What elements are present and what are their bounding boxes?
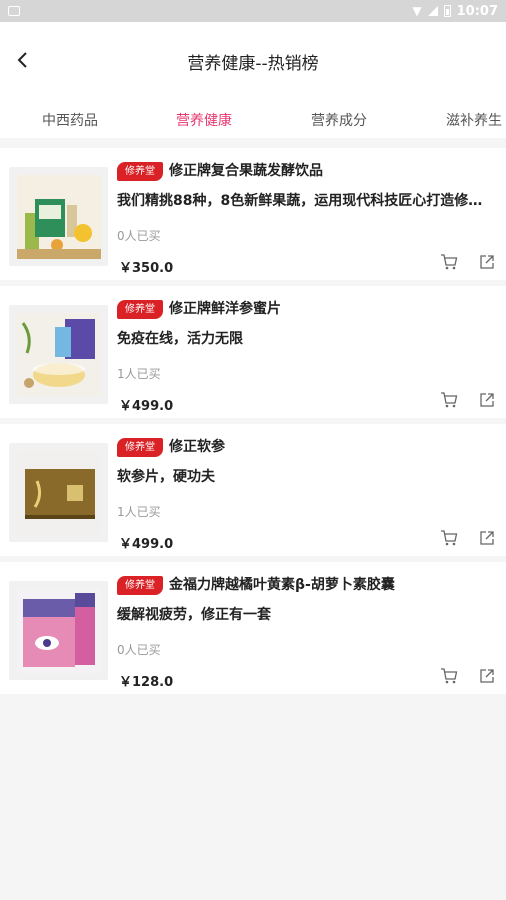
store-badge: 修养堂	[117, 576, 163, 595]
header: 营养健康--热销榜	[0, 22, 506, 100]
store-badge: 修养堂	[117, 300, 163, 319]
cart-icon[interactable]	[440, 391, 458, 409]
product-description: 免疫在线，活力无限	[117, 331, 243, 347]
product-name: 金福力牌越橘叶黄素β-胡萝卜素胶囊	[169, 577, 395, 593]
cart-icon[interactable]	[440, 253, 458, 271]
back-button[interactable]	[10, 48, 34, 72]
sold-count: 0人已买	[117, 229, 161, 243]
product-name: 修正牌复合果蔬发酵饮品	[169, 163, 323, 179]
sold-count: 1人已买	[117, 367, 161, 381]
share-icon[interactable]	[478, 253, 496, 271]
signal-icon	[427, 6, 438, 16]
store-badge: 修养堂	[117, 162, 163, 181]
product-description: 缓解视疲劳，修正有一套	[117, 607, 271, 623]
product-name: 修正软参	[169, 439, 225, 455]
product-description: 软参片，硬功夫	[117, 469, 215, 485]
product-price: ￥499.0	[119, 537, 174, 552]
list-item[interactable]: 修养堂 修正牌鲜洋参蜜片 免疫在线，活力无限 1人已买 ￥499.0	[0, 286, 506, 418]
chevron-left-icon	[17, 52, 27, 68]
share-icon[interactable]	[478, 391, 496, 409]
wifi-icon: ▼	[412, 4, 422, 18]
product-price: ￥350.0	[119, 261, 174, 276]
product-price: ￥499.0	[119, 399, 174, 414]
product-list: 修养堂 修正牌复合果蔬发酵饮品 我们精挑88种，8色新鲜果蔬，运用现代科技匠心打…	[0, 138, 506, 694]
page-title: 营养健康--热销榜	[187, 53, 319, 74]
product-name: 修正牌鲜洋参蜜片	[169, 301, 281, 317]
product-description: 我们精挑88种，8色新鲜果蔬，运用现代科技匠心打造修…	[117, 193, 483, 209]
share-icon[interactable]	[478, 667, 496, 685]
status-bar: ▼ 10:07	[0, 0, 506, 22]
cart-icon[interactable]	[440, 529, 458, 547]
notification-icon	[8, 6, 20, 16]
store-badge: 修养堂	[117, 438, 163, 457]
status-time: 10:07	[456, 3, 498, 19]
cart-icon[interactable]	[440, 667, 458, 685]
product-image	[9, 167, 108, 266]
tab-nutrition-health[interactable]: 营养健康	[176, 110, 232, 130]
sold-count: 1人已买	[117, 505, 161, 519]
product-image	[9, 581, 108, 680]
battery-icon	[443, 5, 451, 17]
tab-nutrition-ingredients[interactable]: 营养成分	[311, 110, 367, 130]
product-price: ￥128.0	[119, 675, 174, 690]
product-image	[9, 443, 108, 542]
product-image	[9, 305, 108, 404]
list-item[interactable]: 修养堂 修正软参 软参片，硬功夫 1人已买 ￥499.0	[0, 424, 506, 556]
category-tabs: 中西药品 营养健康 营养成分 滋补养生	[0, 100, 506, 138]
share-icon[interactable]	[478, 529, 496, 547]
status-right: ▼ 10:07	[412, 4, 498, 19]
tab-tonic-wellness[interactable]: 滋补养生	[446, 110, 502, 130]
list-item[interactable]: 修养堂 修正牌复合果蔬发酵饮品 我们精挑88种，8色新鲜果蔬，运用现代科技匠心打…	[0, 148, 506, 280]
list-item[interactable]: 修养堂 金福力牌越橘叶黄素β-胡萝卜素胶囊 缓解视疲劳，修正有一套 0人已买 ￥…	[0, 562, 506, 694]
sold-count: 0人已买	[117, 643, 161, 657]
tab-western-chinese-medicine[interactable]: 中西药品	[42, 110, 98, 130]
